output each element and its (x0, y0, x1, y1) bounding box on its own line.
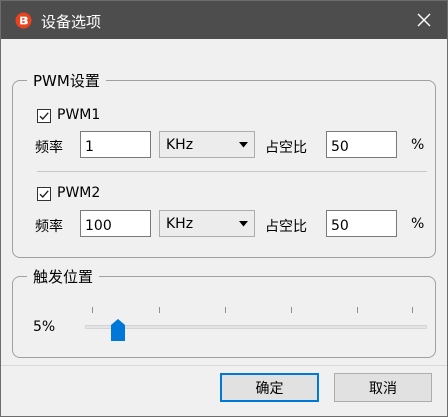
pwm1-label[interactable]: PWM1 (57, 107, 100, 123)
device-options-dialog: 设备选项 PWM设置 PWM1 频率 KHz 占空比 % PWM2 频率 (0, 0, 448, 417)
pwm2-label[interactable]: PWM2 (57, 185, 100, 201)
trigger-position-slider[interactable] (85, 307, 427, 347)
pwm2-checkbox[interactable] (37, 187, 51, 201)
title-bar[interactable]: 设备选项 (1, 1, 447, 39)
window-title: 设备选项 (41, 13, 102, 31)
pwm1-frequency-label: 频率 (35, 140, 63, 156)
slider-tick (159, 307, 160, 313)
pwm1-unit-value: KHz (166, 136, 194, 153)
pwm1-duty-input[interactable] (326, 131, 397, 158)
checkmark-icon (39, 190, 49, 199)
dropdown-arrow-icon (232, 220, 254, 227)
close-icon (417, 13, 431, 27)
pwm2-duty-input[interactable] (326, 210, 397, 237)
slider-tick (291, 307, 292, 313)
pwm1-percent-label: % (411, 137, 425, 153)
pwm2-frequency-label: 频率 (35, 219, 63, 235)
slider-tick (357, 307, 358, 313)
slider-tick (92, 307, 93, 313)
slider-tick (225, 307, 226, 313)
pwm1-unit-select[interactable]: KHz (159, 131, 255, 158)
pwm1-frequency-input[interactable] (80, 131, 151, 158)
trigger-group-title: 触发位置 (33, 268, 94, 286)
footer-divider (1, 365, 447, 366)
pwm1-checkbox[interactable] (37, 109, 51, 123)
trigger-position-value: 5% (33, 319, 56, 335)
pwm2-frequency-input[interactable] (80, 210, 151, 237)
pwm1-duty-label: 占空比 (265, 140, 307, 156)
pwm2-duty-label: 占空比 (265, 219, 307, 235)
cancel-button[interactable]: 取消 (334, 373, 432, 402)
close-button[interactable] (401, 1, 447, 39)
pwm-divider (37, 171, 427, 172)
pwm-group-title: PWM设置 (33, 72, 100, 90)
pwm2-percent-label: % (411, 216, 425, 232)
dropdown-arrow-icon (232, 141, 254, 148)
checkmark-icon (39, 112, 49, 121)
slider-track (85, 325, 427, 329)
ok-button[interactable]: 确定 (220, 373, 319, 402)
app-logo-icon (15, 12, 32, 29)
pwm2-unit-value: KHz (166, 215, 194, 232)
slider-thumb[interactable] (110, 319, 125, 341)
pwm2-unit-select[interactable]: KHz (159, 210, 255, 237)
slider-tick (412, 307, 413, 313)
